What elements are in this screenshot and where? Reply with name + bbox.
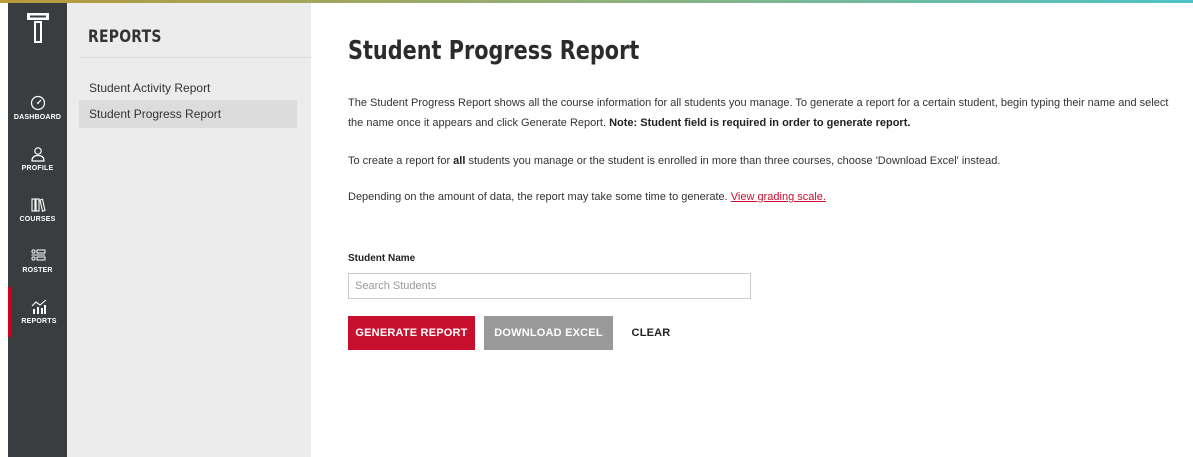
nav-profile[interactable]: PROFILE <box>8 134 67 184</box>
grading-scale-link[interactable]: View grading scale. <box>731 191 826 203</box>
page-title: Student Progress Report <box>348 36 640 66</box>
logo-icon[interactable] <box>8 3 67 75</box>
subnav-divider <box>79 57 311 58</box>
required-note: Note: Student field is required in order… <box>609 117 911 129</box>
all-students-paragraph: To create a report for all students you … <box>348 151 1178 171</box>
left-edge <box>0 3 8 457</box>
nav-dashboard-label: DASHBOARD <box>13 114 62 121</box>
roster-icon <box>30 249 45 261</box>
clear-button[interactable]: CLEAR <box>626 316 676 350</box>
subnav-title: REPORTS <box>88 27 162 47</box>
courses-icon <box>30 198 46 212</box>
student-search-input[interactable] <box>348 273 751 299</box>
all-students-pre: To create a report for <box>348 155 451 167</box>
dashboard-icon <box>30 95 45 111</box>
generate-report-button[interactable]: GENERATE REPORT <box>348 316 475 350</box>
nav-reports[interactable]: REPORTS <box>8 287 67 337</box>
nav-dashboard[interactable]: DASHBOARD <box>8 83 67 133</box>
subnav-item-label: Student Activity Report <box>89 81 211 95</box>
timing-text: Depending on the amount of data, the rep… <box>348 191 728 203</box>
student-name-label: Student Name <box>348 253 416 264</box>
reports-subnav: REPORTS Student Activity Report Student … <box>67 3 311 457</box>
t-logo-icon <box>26 13 49 43</box>
subnav-item-label: Student Progress Report <box>89 107 222 121</box>
reports-icon <box>31 299 47 314</box>
timing-paragraph: Depending on the amount of data, the rep… <box>348 187 1178 207</box>
nav-profile-label: PROFILE <box>21 165 54 172</box>
main-content: Student Progress Report The Student Prog… <box>311 3 1193 457</box>
nav-courses-label: COURSES <box>19 216 56 223</box>
nav-roster[interactable]: ROSTER <box>8 236 67 286</box>
download-excel-button[interactable]: DOWNLOAD EXCEL <box>484 316 613 350</box>
all-emphasis: all <box>453 155 466 167</box>
intro-paragraph: The Student Progress Report shows all th… <box>348 93 1178 133</box>
profile-icon <box>30 147 45 162</box>
all-students-post: students you manage or the student is en… <box>468 155 1001 167</box>
subnav-item-student-activity-report[interactable]: Student Activity Report <box>79 74 297 102</box>
nav-reports-label: REPORTS <box>21 318 57 325</box>
icon-sidebar: DASHBOARD PROFILE COURSES ROSTER REPORTS <box>8 3 67 457</box>
subnav-item-student-progress-report[interactable]: Student Progress Report <box>79 100 297 128</box>
nav-courses[interactable]: COURSES <box>8 185 67 235</box>
nav-roster-label: ROSTER <box>22 267 53 274</box>
